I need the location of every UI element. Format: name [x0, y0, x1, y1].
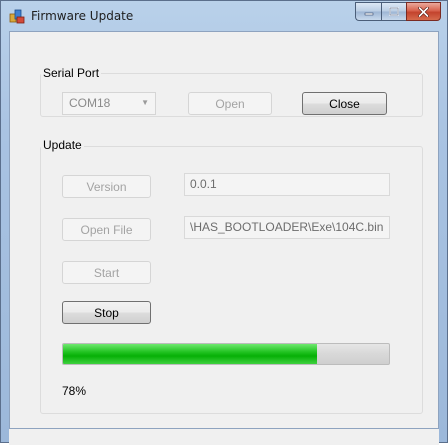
title-bar[interactable]: Firmware Update: [1, 1, 447, 31]
caption-buttons: [355, 2, 441, 22]
firmware-app-icon: [9, 9, 25, 24]
serial-port-label: Serial Port: [41, 66, 102, 80]
port-select-value: COM18: [69, 96, 111, 110]
window-bottom-edge: [9, 428, 439, 445]
maximize-icon: [389, 7, 399, 16]
stop-button[interactable]: Stop: [62, 301, 151, 324]
version-field[interactable]: 0.0.1: [184, 173, 390, 196]
progress-percent-text: 78%: [62, 384, 87, 398]
file-path-field[interactable]: \HAS_BOOTLOADER\Exe\104C.bin: [184, 216, 390, 239]
client-area: Serial Port COM18 ▼ Open Close Update Ve…: [9, 31, 439, 436]
open-file-button[interactable]: Open File: [62, 218, 151, 241]
close-window-button[interactable]: [406, 2, 441, 21]
maximize-button[interactable]: [381, 2, 406, 21]
close-port-button[interactable]: Close: [302, 92, 387, 115]
chevron-down-icon: ▼: [141, 98, 149, 107]
window-title: Firmware Update: [31, 9, 134, 23]
minimize-icon: [364, 12, 373, 15]
firmware-update-window: Firmware Update Serial Port COM18 ▼ Open…: [0, 0, 448, 445]
progress-fill: [63, 344, 318, 364]
close-icon: [418, 6, 429, 17]
port-select[interactable]: COM18 ▼: [62, 92, 156, 115]
version-button[interactable]: Version: [62, 175, 151, 198]
open-port-button[interactable]: Open: [188, 92, 272, 115]
minimize-button[interactable]: [355, 2, 381, 21]
update-progress-bar: [62, 343, 390, 365]
update-label: Update: [41, 138, 84, 152]
start-button[interactable]: Start: [62, 261, 151, 284]
